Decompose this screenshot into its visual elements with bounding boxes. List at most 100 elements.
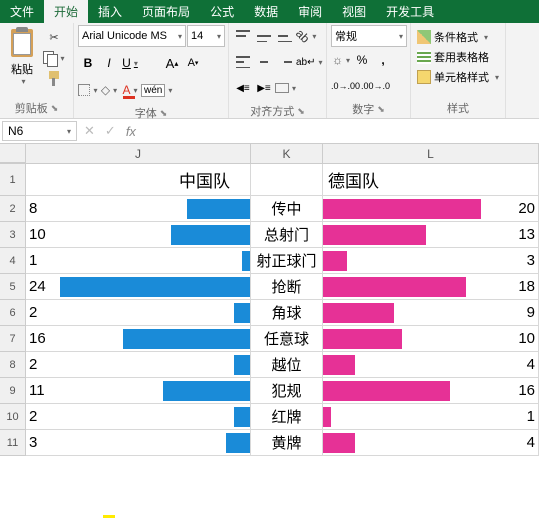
cell[interactable]: 2 — [26, 352, 251, 378]
cell[interactable]: 1 — [26, 248, 251, 274]
increase-decimal-button[interactable]: .0→.00 — [331, 75, 360, 97]
italic-button[interactable]: I — [99, 52, 119, 74]
tab-formulas[interactable]: 公式 — [200, 0, 244, 23]
dialog-launcher-icon[interactable]: ⬊ — [297, 106, 305, 117]
decrease-decimal-button[interactable]: .00→.0 — [361, 75, 390, 97]
col-header-J[interactable]: J — [26, 144, 251, 163]
tab-insert[interactable]: 插入 — [88, 0, 132, 23]
cell[interactable]: 3 — [26, 430, 251, 456]
tab-review[interactable]: 审阅 — [288, 0, 332, 23]
cell[interactable]: 德国队 — [323, 164, 539, 196]
dialog-launcher-icon[interactable]: ⬊ — [377, 104, 385, 115]
cell-style-button[interactable]: 单元格样式▾ — [415, 68, 501, 86]
select-all-corner[interactable] — [0, 144, 26, 163]
cell[interactable]: 18 — [323, 274, 539, 300]
conditional-format-button[interactable]: 条件格式▾ — [415, 28, 490, 46]
tab-page-layout[interactable]: 页面布局 — [132, 0, 200, 23]
cancel-icon[interactable]: ✕ — [84, 123, 95, 139]
orientation-button[interactable]: ab▾ — [296, 25, 316, 47]
align-center-button[interactable] — [254, 51, 274, 73]
row-header[interactable]: 3 — [0, 222, 26, 248]
row-header[interactable]: 8 — [0, 352, 26, 378]
cell[interactable]: 16 — [26, 326, 251, 352]
font-name-select[interactable]: Arial Unicode MS▾ — [78, 25, 186, 47]
align-left-button[interactable] — [233, 51, 253, 73]
align-middle-button[interactable] — [254, 25, 274, 47]
cut-button[interactable]: ✂ — [43, 27, 65, 47]
cell[interactable]: 传中 — [251, 196, 323, 222]
copy-button[interactable]: ▾ — [43, 48, 65, 68]
cell[interactable]: 11 — [26, 378, 251, 404]
underline-button[interactable]: U▾ — [120, 52, 140, 74]
row-header[interactable]: 1 — [0, 164, 26, 196]
paste-button[interactable]: 粘贴 ▾ — [4, 25, 40, 88]
fill-color-button[interactable]: ◇▾ — [99, 79, 119, 101]
cell[interactable]: 2 — [26, 404, 251, 430]
cell[interactable]: 黄牌 — [251, 430, 323, 456]
tab-data[interactable]: 数据 — [244, 0, 288, 23]
align-top-button[interactable] — [233, 25, 253, 47]
tab-developer[interactable]: 开发工具 — [376, 0, 444, 23]
row-header[interactable]: 11 — [0, 430, 26, 456]
format-painter-button[interactable] — [43, 69, 65, 89]
tab-home[interactable]: 开始 — [44, 0, 88, 23]
cell[interactable]: 角球 — [251, 300, 323, 326]
cell[interactable]: 1 — [323, 404, 539, 430]
dialog-launcher-icon[interactable]: ⬊ — [160, 108, 168, 119]
cell[interactable]: 中国队 — [26, 164, 251, 196]
cell[interactable]: 3 — [323, 248, 539, 274]
font-size-select[interactable]: 14▾ — [187, 25, 225, 47]
cell[interactable]: 9 — [323, 300, 539, 326]
cell[interactable]: 总射门 — [251, 222, 323, 248]
cell[interactable]: 射正球门 — [251, 248, 323, 274]
col-header-K[interactable]: K — [251, 144, 323, 163]
cell[interactable]: 任意球 — [251, 326, 323, 352]
number-format-select[interactable]: 常规▾ — [331, 25, 407, 47]
wrap-text-button[interactable]: ab↵▾ — [296, 51, 323, 73]
row-header[interactable]: 2 — [0, 196, 26, 222]
row-header[interactable]: 5 — [0, 274, 26, 300]
dialog-launcher-icon[interactable]: ⬊ — [51, 103, 59, 114]
decrease-indent-button[interactable]: ◀≡ — [233, 77, 253, 99]
row-header[interactable]: 10 — [0, 404, 26, 430]
row-header[interactable]: 4 — [0, 248, 26, 274]
cell[interactable]: 4 — [323, 430, 539, 456]
cell[interactable]: 8 — [26, 196, 251, 222]
percent-button[interactable]: % — [352, 49, 372, 71]
border-button[interactable]: ▾ — [78, 79, 98, 101]
cell[interactable]: 2 — [26, 300, 251, 326]
formula-input[interactable] — [141, 119, 539, 143]
cell[interactable]: 越位 — [251, 352, 323, 378]
phonetic-button[interactable]: wén▾ — [141, 79, 172, 101]
row-header[interactable]: 9 — [0, 378, 26, 404]
cell[interactable]: 红牌 — [251, 404, 323, 430]
merge-button[interactable]: ▾ — [275, 77, 296, 99]
table-format-button[interactable]: 套用表格格 — [415, 48, 491, 66]
confirm-icon[interactable]: ✓ — [105, 123, 116, 139]
row-header[interactable]: 6 — [0, 300, 26, 326]
tab-view[interactable]: 视图 — [332, 0, 376, 23]
cell[interactable] — [251, 164, 323, 196]
increase-font-button[interactable]: A▴ — [162, 52, 182, 74]
fx-icon[interactable]: fx — [126, 124, 136, 139]
cell[interactable]: 10 — [323, 326, 539, 352]
cell[interactable]: 4 — [323, 352, 539, 378]
accounting-button[interactable]: ☼▾ — [331, 49, 351, 71]
cell[interactable]: 犯规 — [251, 378, 323, 404]
increase-indent-button[interactable]: ▶≡ — [254, 77, 274, 99]
name-box[interactable]: N6▾ — [2, 121, 77, 141]
row-header[interactable]: 7 — [0, 326, 26, 352]
cell[interactable]: 24 — [26, 274, 251, 300]
font-color-button[interactable]: A▾ — [120, 79, 140, 101]
cell[interactable]: 13 — [323, 222, 539, 248]
tab-file[interactable]: 文件 — [0, 0, 44, 23]
decrease-font-button[interactable]: A▾ — [183, 52, 203, 74]
align-right-button[interactable] — [275, 51, 295, 73]
comma-button[interactable]: , — [373, 49, 393, 71]
bold-button[interactable]: B — [78, 52, 98, 74]
cell[interactable]: 10 — [26, 222, 251, 248]
col-header-L[interactable]: L — [323, 144, 539, 163]
cell[interactable]: 抢断 — [251, 274, 323, 300]
cell[interactable]: 16 — [323, 378, 539, 404]
cell[interactable]: 20 — [323, 196, 539, 222]
